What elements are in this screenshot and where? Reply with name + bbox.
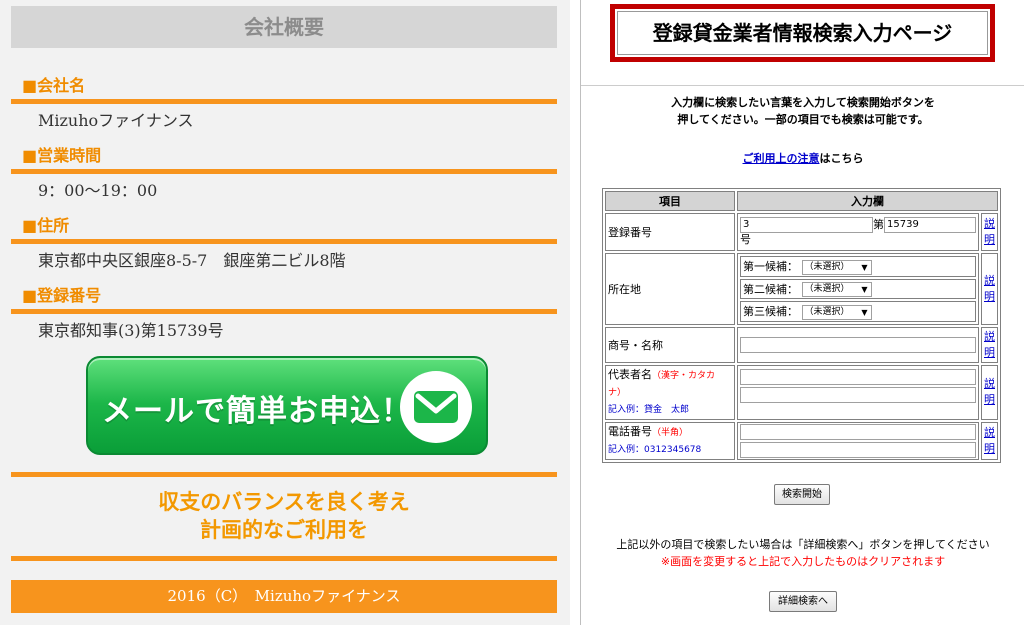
help-cell: 説明 [981, 421, 998, 460]
instruction-line-1: 入力欄に検索したい言葉を入力して検索開始ボタンを [671, 96, 935, 109]
slogan: 収支のバランスを良く考え 計画的なご利用を [11, 488, 557, 544]
row-label-representative: 代表者名 [608, 367, 652, 381]
dropdown-arrow-icon: ▼ [861, 285, 868, 294]
address-value: 東京都中央区銀座8-5-7 銀座第二ビル8階 [38, 251, 346, 270]
location-option-label: 第一候補： [743, 260, 798, 273]
phone-input-2[interactable] [740, 441, 976, 458]
column-header-item: 項目 [605, 191, 735, 211]
trade-name-input[interactable] [740, 336, 976, 353]
location-option-label: 第二候補： [743, 282, 798, 296]
table-row: 所在地 第一候補： （未選択） ▼ 第二候補： （未選択） ▼ 第三候補： （未選択… [605, 253, 998, 325]
phone-input-cell [737, 421, 979, 460]
other-search-note: 上記以外の項目で検索したい場合は「詳細検索へ」ボタンを押してください ※画面を変… [581, 536, 1024, 570]
representative-input-1[interactable] [740, 368, 976, 385]
help-link-phone[interactable]: 説明 [984, 426, 995, 455]
slogan-top-divider [11, 472, 557, 477]
location-select-value: （未選択） [804, 284, 850, 294]
row-label-phone: 電話番号 [608, 424, 652, 438]
location-option-label: 第三候補： [743, 305, 798, 318]
representative-input-2[interactable] [740, 386, 976, 403]
usage-notice-suffix: はこちら [819, 152, 864, 165]
location-select-value: （未選択） [804, 306, 850, 317]
company-profile-panel: 会社概要 ■会社名 Mizuhoファイナンス ■営業時間 9：00〜19：00 … [0, 0, 570, 625]
location-select-cell: 第一候補： （未選択） ▼ 第二候補： （未選択） ▼ 第三候補： （未選択） ▼ [737, 253, 979, 325]
registration-suffix-label: 号 [740, 233, 751, 246]
location-option-row: 第三候補： （未選択） ▼ [740, 301, 976, 322]
help-link-location[interactable]: 説明 [984, 274, 995, 303]
company-name-value: Mizuhoファイナンス [38, 111, 194, 130]
location-option-row: 第二候補： （未選択） ▼ [740, 278, 976, 299]
search-start-button[interactable]: 検索開始 [774, 484, 830, 505]
instruction-line-2: 押してください。一部の項目でも検索は可能です。 [677, 113, 929, 126]
help-cell: 説明 [981, 326, 998, 363]
registration-number-input-2[interactable]: 15739 [884, 217, 976, 233]
table-row: 電話番号（半角） 記入例：0312345678 説明 [605, 421, 998, 460]
section-title-address: ■住所 [22, 216, 70, 235]
title-divider [581, 85, 1024, 86]
slogan-line-1: 収支のバランスを良く考え [158, 490, 410, 514]
table-header-row: 項目 入力欄 [605, 191, 998, 211]
usage-notice: ご利用上の注意はこちら [581, 150, 1024, 166]
slogan-line-2: 計画的なご利用を [200, 518, 368, 542]
location-select-2[interactable]: （未選択） ▼ [801, 282, 872, 297]
section-divider [11, 169, 557, 174]
row-label-trade-name: 商号・名称 [605, 326, 735, 363]
table-row: 登録番号 3 第 15739 号 説明 [605, 213, 998, 251]
table-row: 代表者名（漢字・カタカナ） 記入例：貸金 太郎 説明 [605, 364, 998, 420]
business-hours-value: 9：00〜19：00 [38, 181, 158, 200]
section-divider [11, 99, 557, 104]
trade-name-input-cell [737, 326, 979, 363]
lender-search-panel: 登録貸金業者情報検索入力ページ 入力欄に検索したい言葉を入力して検索開始ボタンを… [580, 0, 1024, 625]
registration-number-input-1[interactable]: 3 [740, 217, 873, 233]
section-title-business-hours: ■営業時間 [22, 146, 102, 165]
detail-search-instruction: 上記以外の項目で検索したい場合は「詳細検索へ」ボタンを押してください [616, 538, 990, 551]
help-cell: 説明 [981, 213, 998, 251]
section-title-registration: ■登録番号 [22, 286, 102, 305]
phone-example: 記入例：0312345678 [608, 444, 702, 455]
email-apply-button[interactable]: メールで簡単お申込！ [86, 356, 488, 455]
page-title: 登録貸金業者情報検索入力ページ [617, 11, 988, 55]
copyright-footer: 2016（C） Mizuhoファイナンス [11, 580, 557, 613]
help-link-trade-name[interactable]: 説明 [984, 330, 995, 359]
column-header-input: 入力欄 [737, 191, 998, 211]
help-cell: 説明 [981, 253, 998, 325]
phone-note: （半角） [652, 427, 689, 438]
representative-example: 記入例：貸金 太郎 [608, 404, 690, 415]
row-label-representative-cell: 代表者名（漢字・カタカナ） 記入例：貸金 太郎 [605, 364, 735, 420]
location-select-1[interactable]: （未選択） ▼ [801, 259, 872, 275]
search-instructions: 入力欄に検索したい言葉を入力して検索開始ボタンを 押してください。一部の項目でも… [611, 94, 995, 128]
help-link-registration[interactable]: 説明 [984, 217, 995, 246]
location-select-3[interactable]: （未選択） ▼ [801, 304, 872, 320]
dropdown-arrow-icon: ▼ [861, 262, 868, 272]
help-cell: 説明 [981, 364, 998, 420]
company-profile-header: 会社概要 [11, 6, 557, 48]
representative-input-cell [737, 364, 979, 420]
page-title-box: 登録貸金業者情報検索入力ページ [610, 4, 995, 62]
envelope-icon [400, 371, 472, 443]
clear-warning: ※画面を変更すると上記で入力したものはクリアされます [660, 555, 946, 568]
location-option-row: 第一候補： （未選択） ▼ [740, 256, 976, 277]
table-row: 商号・名称 説明 [605, 326, 998, 363]
location-select-value: （未選択） [804, 261, 850, 272]
help-link-representative[interactable]: 説明 [984, 377, 995, 406]
row-label-phone-cell: 電話番号（半角） 記入例：0312345678 [605, 421, 735, 460]
registration-mid-label: 第 [873, 218, 884, 231]
usage-notice-link[interactable]: ご利用上の注意 [743, 152, 820, 165]
registration-value: 東京都知事(3)第15739号 [38, 321, 224, 340]
section-divider [11, 239, 557, 244]
section-divider [11, 309, 557, 314]
row-label-location: 所在地 [605, 253, 735, 325]
dropdown-arrow-icon: ▼ [861, 307, 868, 317]
row-label-registration: 登録番号 [605, 213, 735, 251]
registration-input-cell: 3 第 15739 号 [737, 213, 979, 251]
email-apply-label: メールで簡単お申込！ [102, 394, 412, 429]
search-form-table: 項目 入力欄 登録番号 3 第 15739 号 説明 所在地 第一候補： （未選択）… [602, 188, 1001, 463]
phone-input-1[interactable] [740, 423, 976, 440]
detail-search-button[interactable]: 詳細検索へ [769, 591, 837, 612]
slogan-bottom-divider [11, 556, 557, 561]
section-title-company-name: ■会社名 [22, 76, 86, 95]
